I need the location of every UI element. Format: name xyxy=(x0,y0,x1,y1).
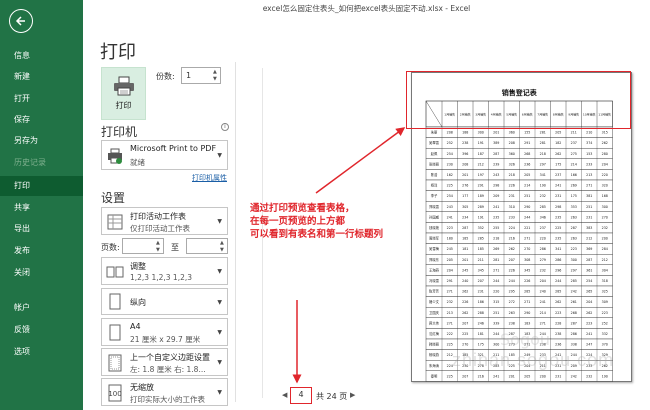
annotation-text: 通过打印预览查看表格， 在每一页预览的上方都 可以看到有表名和第一行标题列 xyxy=(250,202,383,241)
next-page-button[interactable]: ▶ xyxy=(350,391,355,399)
annotation-line-2: 在每一页预览的上方都 xyxy=(250,216,346,227)
prev-page-button[interactable]: ◀ xyxy=(282,391,287,399)
arrow-to-header xyxy=(315,127,406,194)
annotation-line-3: 可以看到有表名和第一行标题列 xyxy=(250,229,384,240)
annotation-line-1: 通过打印预览查看表格， xyxy=(250,203,355,214)
page-total: 共 24 页 xyxy=(316,392,348,401)
current-page-input[interactable]: 4 xyxy=(290,387,312,404)
